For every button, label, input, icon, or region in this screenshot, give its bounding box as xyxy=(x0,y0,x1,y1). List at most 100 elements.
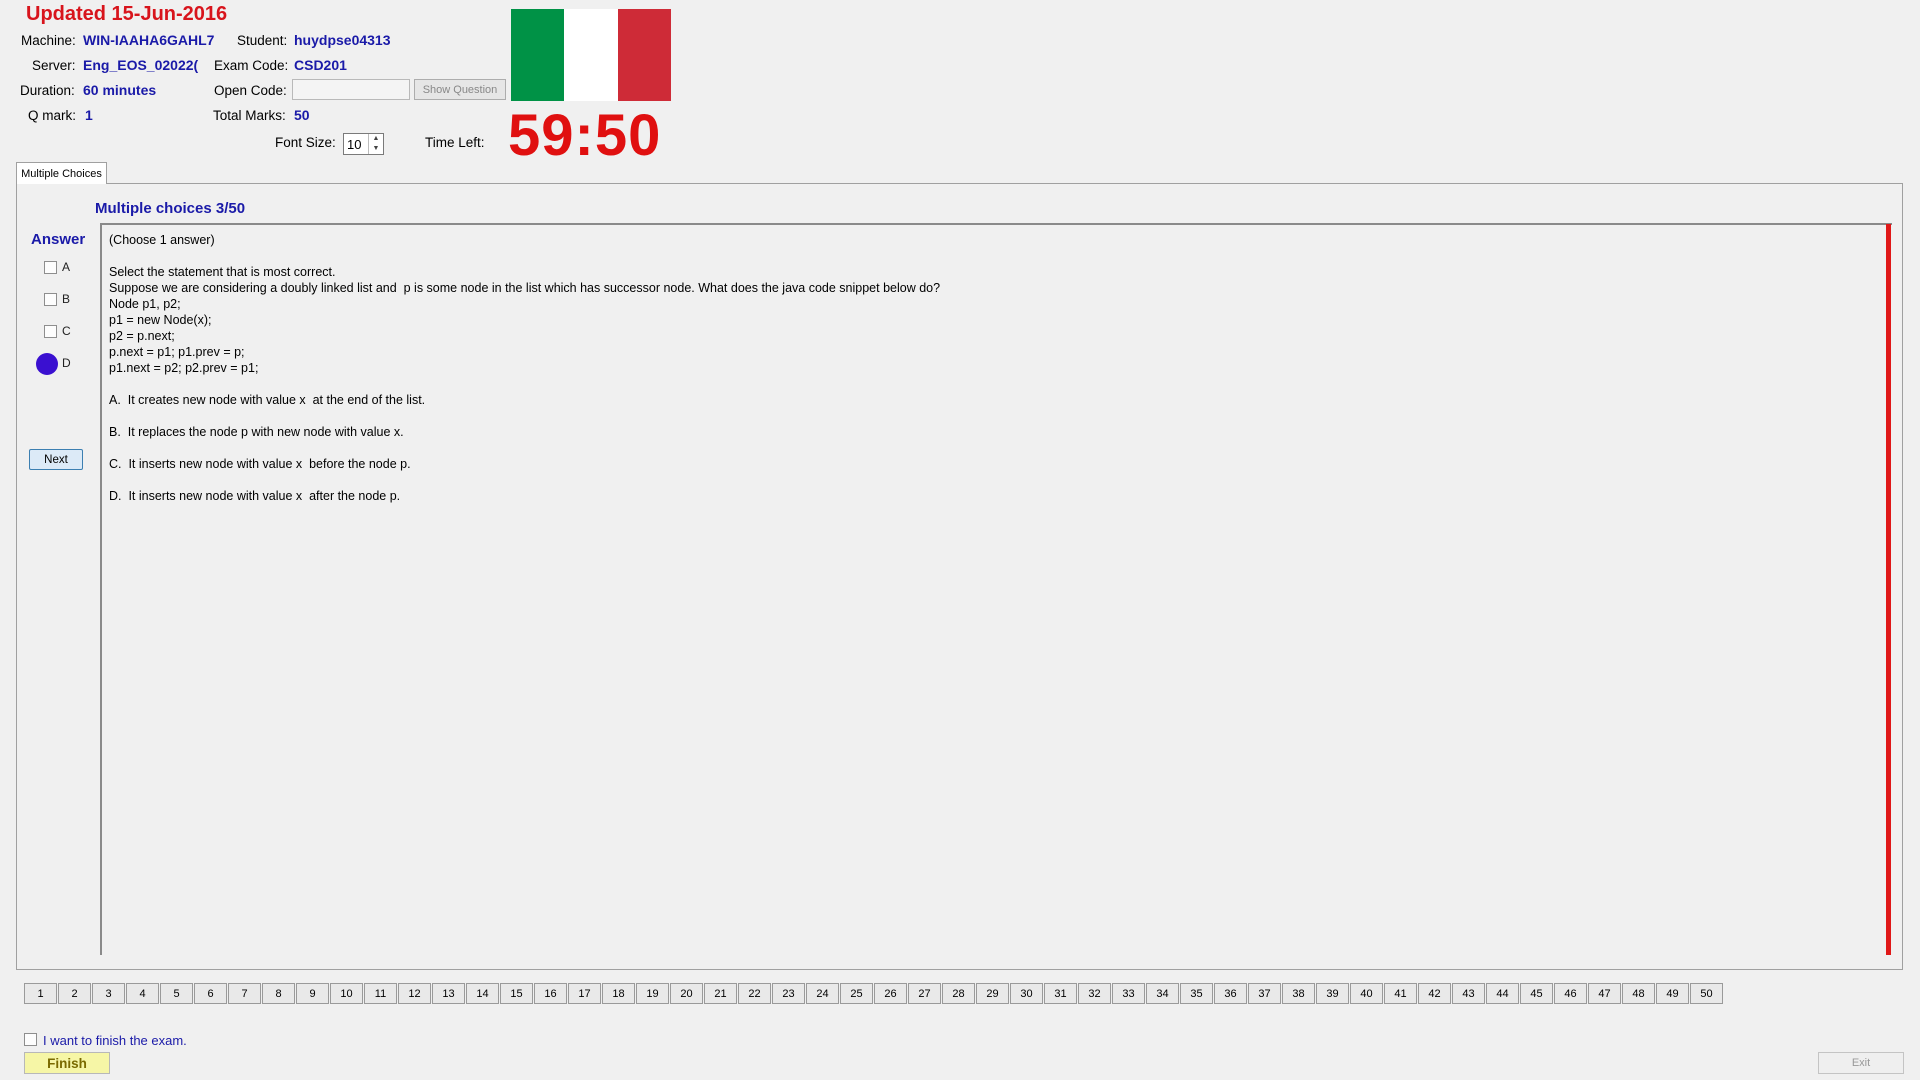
question-nav-button[interactable]: 15 xyxy=(500,983,533,1004)
question-nav-button[interactable]: 12 xyxy=(398,983,431,1004)
question-nav-button[interactable]: 40 xyxy=(1350,983,1383,1004)
font-size-stepper[interactable]: 10 ▲ ▼ xyxy=(343,133,384,155)
question-nav-button[interactable]: 34 xyxy=(1146,983,1179,1004)
show-question-button[interactable]: Show Question xyxy=(414,79,506,100)
finish-button[interactable]: Finish xyxy=(24,1052,110,1074)
question-nav-button[interactable]: 9 xyxy=(296,983,329,1004)
question-nav-button[interactable]: 26 xyxy=(874,983,907,1004)
option-a-label: A xyxy=(62,260,71,274)
question-line: Select the statement that is most correc… xyxy=(109,265,336,279)
stepper-down-icon[interactable]: ▼ xyxy=(368,144,383,154)
time-left-label: Time Left: xyxy=(425,135,485,150)
option-a-checkbox[interactable] xyxy=(44,261,57,274)
option-b-label: B xyxy=(62,292,71,306)
machine-label: Machine: xyxy=(21,33,76,48)
student-value: huydpse04313 xyxy=(294,32,391,48)
question-nav-button[interactable]: 45 xyxy=(1520,983,1553,1004)
question-nav-button[interactable]: 27 xyxy=(908,983,941,1004)
question-nav-button[interactable]: 22 xyxy=(738,983,771,1004)
finish-exam-checkbox[interactable] xyxy=(24,1033,37,1046)
question-nav-button[interactable]: 30 xyxy=(1010,983,1043,1004)
question-nav-button[interactable]: 36 xyxy=(1214,983,1247,1004)
question-nav-button[interactable]: 32 xyxy=(1078,983,1111,1004)
question-nav-button[interactable]: 38 xyxy=(1282,983,1315,1004)
question-nav-button[interactable]: 49 xyxy=(1656,983,1689,1004)
question-nav-button[interactable]: 48 xyxy=(1622,983,1655,1004)
question-nav-button[interactable]: 16 xyxy=(534,983,567,1004)
exit-button[interactable]: Exit xyxy=(1818,1052,1904,1074)
question-nav-button[interactable]: 31 xyxy=(1044,983,1077,1004)
question-nav-button[interactable]: 46 xyxy=(1554,983,1587,1004)
question-header: Multiple choices 3/50 xyxy=(95,200,246,217)
question-nav-button[interactable]: 18 xyxy=(602,983,635,1004)
total-marks-value: 50 xyxy=(294,107,310,123)
question-nav-button[interactable]: 4 xyxy=(126,983,159,1004)
duration-label: Duration: xyxy=(20,83,75,98)
question-text-box: (Choose 1 answer) Select the statement t… xyxy=(100,223,1892,955)
machine-value: WIN-IAAHA6GAHL7 xyxy=(83,32,215,48)
question-nav-button[interactable]: 39 xyxy=(1316,983,1349,1004)
question-nav-button[interactable]: 17 xyxy=(568,983,601,1004)
question-nav-button[interactable]: 23 xyxy=(772,983,805,1004)
question-nav-button[interactable]: 13 xyxy=(432,983,465,1004)
question-nav-button[interactable]: 44 xyxy=(1486,983,1519,1004)
finish-exam-label[interactable]: I want to finish the exam. xyxy=(43,1033,187,1048)
font-size-label: Font Size: xyxy=(275,135,336,150)
option-c-label: C xyxy=(62,324,71,338)
question-nav-button[interactable]: 47 xyxy=(1588,983,1621,1004)
updated-title: Updated 15-Jun-2016 xyxy=(26,3,228,25)
question-nav-button[interactable]: 29 xyxy=(976,983,1009,1004)
question-line: p2 = p.next; xyxy=(109,329,175,343)
option-d-label: D xyxy=(62,356,71,370)
flag-stripe-green xyxy=(511,9,565,101)
duration-value: 60 minutes xyxy=(83,82,157,98)
question-nav-bar: 1 2 3 4 5 6 7 8 9 10 11 12 13 14 15 16 1… xyxy=(24,983,1724,1004)
option-c-checkbox[interactable] xyxy=(44,325,57,338)
question-nav-button[interactable]: 6 xyxy=(194,983,227,1004)
question-nav-button[interactable]: 5 xyxy=(160,983,193,1004)
flag-stripe-white xyxy=(564,9,618,101)
open-code-input[interactable] xyxy=(292,79,410,100)
next-button[interactable]: Next xyxy=(29,449,83,470)
student-label: Student: xyxy=(237,33,288,48)
font-size-value: 10 xyxy=(347,137,362,152)
question-nav-button[interactable]: 21 xyxy=(704,983,737,1004)
question-line: p.next = p1; p1.prev = p; xyxy=(109,345,245,359)
question-line: C. It inserts new node with value x befo… xyxy=(109,457,411,471)
tab-multiple-choices[interactable]: Multiple Choices xyxy=(16,162,107,184)
question-nav-button[interactable]: 2 xyxy=(58,983,91,1004)
q-mark-label: Q mark: xyxy=(28,108,77,123)
question-nav-button[interactable]: 33 xyxy=(1112,983,1145,1004)
question-line: (Choose 1 answer) xyxy=(109,233,215,247)
question-nav-button[interactable]: 11 xyxy=(364,983,397,1004)
option-b-checkbox[interactable] xyxy=(44,293,57,306)
question-nav-button[interactable]: 43 xyxy=(1452,983,1485,1004)
question-nav-button[interactable]: 41 xyxy=(1384,983,1417,1004)
question-nav-button[interactable]: 50 xyxy=(1690,983,1723,1004)
option-d-selected-indicator[interactable] xyxy=(36,353,58,375)
question-line: p1.next = p2; p2.prev = p1; xyxy=(109,361,259,375)
question-nav-button[interactable]: 19 xyxy=(636,983,669,1004)
question-nav-button[interactable]: 10 xyxy=(330,983,363,1004)
question-nav-button[interactable]: 8 xyxy=(262,983,295,1004)
flag-stripe-red xyxy=(617,9,671,101)
question-nav-button[interactable]: 25 xyxy=(840,983,873,1004)
question-line: Node p1, p2; xyxy=(109,297,181,311)
question-nav-button[interactable]: 42 xyxy=(1418,983,1451,1004)
question-nav-button[interactable]: 14 xyxy=(466,983,499,1004)
question-nav-button[interactable]: 3 xyxy=(92,983,125,1004)
q-mark-value: 1 xyxy=(85,107,93,123)
question-nav-button[interactable]: 1 xyxy=(24,983,57,1004)
exam-code-label: Exam Code: xyxy=(214,58,289,73)
exam-code-value: CSD201 xyxy=(294,57,347,73)
question-nav-button[interactable]: 20 xyxy=(670,983,703,1004)
stepper-up-icon[interactable]: ▲ xyxy=(368,134,383,144)
question-nav-button[interactable]: 35 xyxy=(1180,983,1213,1004)
question-nav-button[interactable]: 28 xyxy=(942,983,975,1004)
question-nav-button[interactable]: 24 xyxy=(806,983,839,1004)
scroll-indicator-bar xyxy=(1886,224,1891,955)
answer-label: Answer xyxy=(31,231,86,248)
server-value: Eng_EOS_02022( xyxy=(83,57,199,73)
question-nav-button[interactable]: 37 xyxy=(1248,983,1281,1004)
question-nav-button[interactable]: 7 xyxy=(228,983,261,1004)
